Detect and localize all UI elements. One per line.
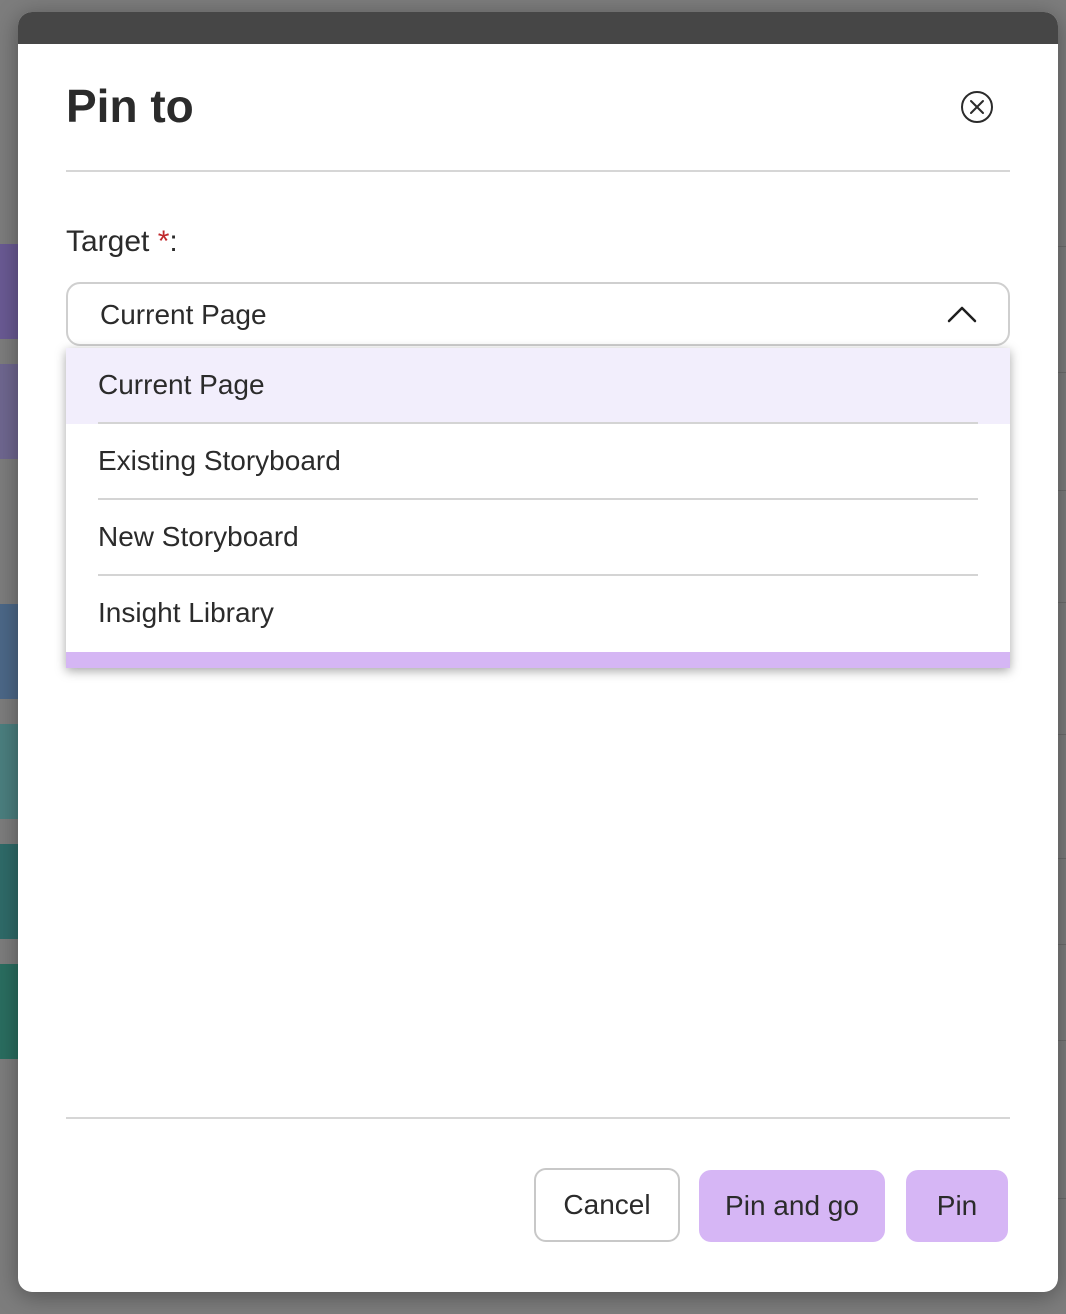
target-dropdown-menu: Current Page Existing Storyboard New Sto…	[66, 348, 1010, 668]
dialog-top-bar	[18, 12, 1058, 44]
background-panel	[0, 724, 18, 819]
option-label: New Storyboard	[98, 521, 299, 552]
background-panel	[0, 604, 18, 699]
pin-to-dialog: Pin to Target *: Current Page Current Pa…	[18, 12, 1058, 1292]
option-label: Existing Storyboard	[98, 445, 341, 476]
target-label-text: Target	[66, 225, 150, 258]
option-label: Current Page	[98, 369, 265, 400]
background-divider	[1058, 246, 1066, 247]
chevron-up-icon	[947, 306, 977, 323]
dropdown-scrollbar[interactable]	[66, 652, 1010, 668]
required-marker: *	[157, 225, 170, 258]
background-divider	[1058, 1198, 1066, 1199]
cancel-button[interactable]: Cancel	[534, 1168, 680, 1242]
background-panel	[0, 844, 18, 939]
close-circle-icon	[961, 91, 993, 123]
background-divider	[1058, 602, 1066, 603]
background-divider	[1058, 372, 1066, 373]
close-button[interactable]	[960, 90, 994, 124]
background-divider	[1058, 734, 1066, 735]
option-insight-library[interactable]: Insight Library	[66, 576, 1010, 652]
background-divider	[1058, 1040, 1066, 1041]
background-panel	[0, 964, 18, 1059]
option-label: Insight Library	[98, 597, 274, 628]
target-select-value: Current Page	[100, 299, 267, 330]
pin-and-go-button[interactable]: Pin and go	[699, 1170, 885, 1242]
background-divider	[1058, 944, 1066, 945]
background-panel	[0, 364, 18, 459]
target-field-label: Target *:	[66, 222, 178, 262]
option-existing-storyboard[interactable]: Existing Storyboard	[66, 424, 1010, 500]
option-current-page[interactable]: Current Page	[66, 348, 1010, 424]
background-divider	[1058, 490, 1066, 491]
dialog-title: Pin to	[66, 80, 194, 132]
pin-button[interactable]: Pin	[906, 1170, 1008, 1242]
background-divider	[1058, 858, 1066, 859]
header-divider	[66, 170, 1010, 172]
background-panel	[0, 244, 18, 339]
footer-divider	[66, 1117, 1010, 1119]
target-select[interactable]: Current Page	[66, 282, 1010, 346]
option-new-storyboard[interactable]: New Storyboard	[66, 500, 1010, 576]
label-colon: :	[169, 225, 178, 258]
